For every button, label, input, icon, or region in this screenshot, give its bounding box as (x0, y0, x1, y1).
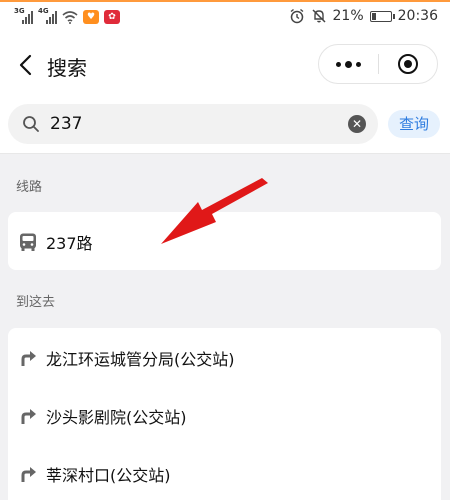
list-item-label: 莘深村口(公交站) (46, 466, 171, 485)
list-item-label: 沙头影剧院(公交站) (46, 408, 187, 427)
wifi-icon (62, 11, 78, 24)
bus-icon (20, 233, 36, 251)
miniprogram-capsule (318, 44, 438, 84)
nav-bar: 搜索 (0, 34, 450, 96)
section-title-goto: 到这去 (16, 295, 56, 310)
close-miniprogram-icon (397, 54, 418, 74)
close-miniprogram-button[interactable] (378, 45, 437, 83)
clear-icon[interactable]: ✕ (348, 115, 366, 133)
section-title-lines: 线路 (16, 180, 43, 195)
list-item-label: 龙江环运城管分局(公交站) (46, 350, 235, 369)
page-title: 搜索 (47, 56, 87, 80)
turn-arrow-icon (21, 409, 36, 424)
list-item[interactable]: 龙江环运城管分局(公交站) (8, 328, 441, 386)
clock: 20:36 (397, 8, 438, 24)
orange-app-icon: ♥ (83, 10, 99, 24)
signal-4g-label: 4G (38, 7, 49, 15)
back-button[interactable] (14, 52, 36, 78)
list-item-label: 237路 (46, 234, 93, 253)
alarm-icon (290, 8, 303, 24)
search-input[interactable] (50, 110, 340, 138)
turn-arrow-icon (21, 351, 36, 366)
status-right: 21% 20:36 (289, 8, 438, 24)
signal-3g-icon: 3G (14, 7, 33, 24)
search-icon (23, 116, 39, 132)
status-bar: 3G 4G ♥ ✿ 21% 20:36 (0, 2, 450, 34)
list-item[interactable]: 沙头影剧院(公交站) (8, 386, 441, 444)
list-item[interactable]: 莘深村口(公交站) (8, 444, 441, 500)
back-icon (19, 54, 32, 76)
query-button[interactable]: 查询 (388, 110, 440, 138)
signal-3g-label: 3G (14, 7, 25, 15)
search-box[interactable]: ✕ (8, 104, 378, 144)
more-button[interactable] (319, 45, 378, 83)
status-left: 3G 4G ♥ ✿ (14, 7, 120, 24)
goto-card: 龙江环运城管分局(公交站) 沙头影剧院(公交站) 莘深村口(公交站) (8, 328, 441, 500)
battery-icon (369, 10, 395, 22)
mute-icon (311, 9, 326, 23)
battery-percent: 21% (332, 8, 364, 24)
huawei-app-icon: ✿ (104, 10, 120, 24)
search-row: ✕ 查询 (0, 96, 450, 154)
lines-card: 237路 (8, 212, 441, 270)
signal-4g-icon: 4G (38, 7, 57, 24)
list-item[interactable]: 237路 (8, 212, 441, 270)
more-icon (335, 60, 361, 68)
turn-arrow-icon (21, 467, 36, 482)
